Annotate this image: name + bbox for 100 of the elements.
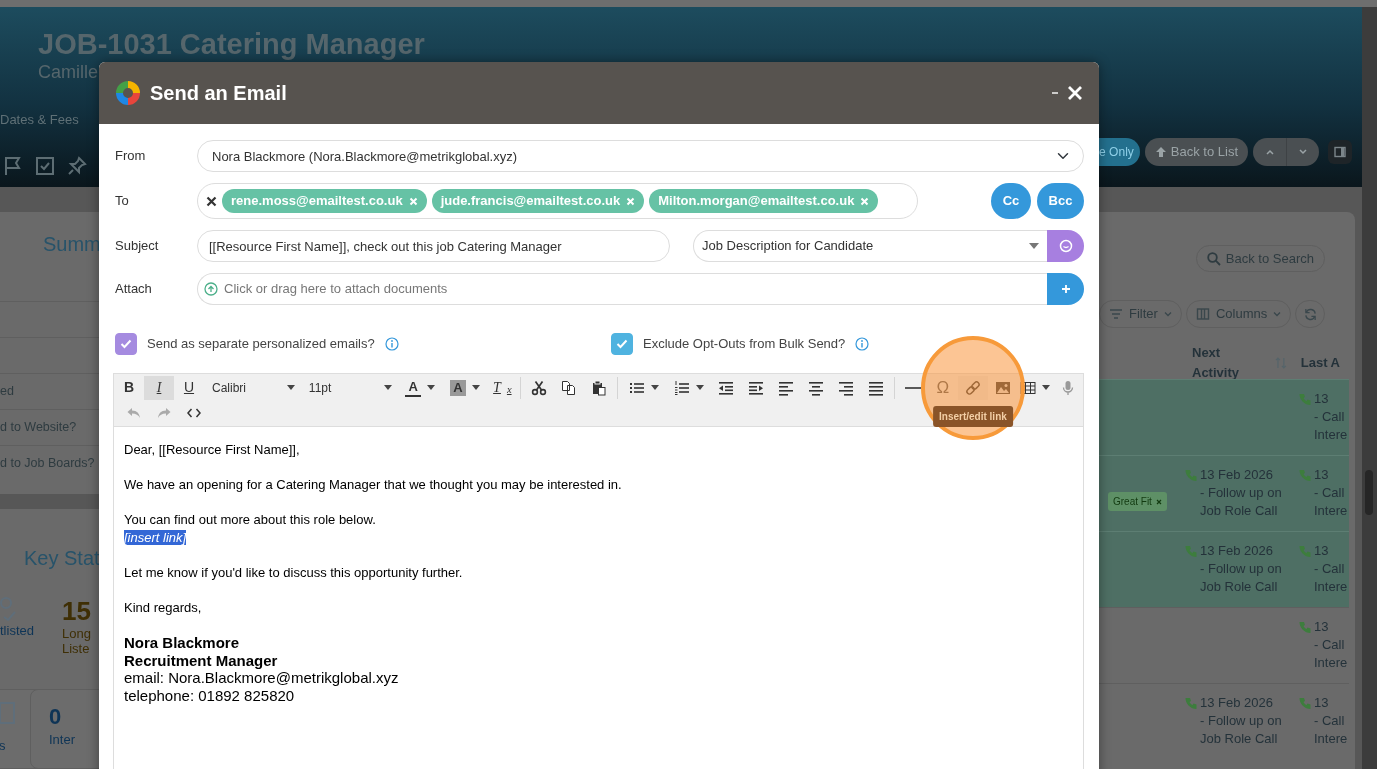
checkbox-icon[interactable] bbox=[35, 156, 55, 176]
caret-icon bbox=[383, 385, 392, 390]
next-activity-text: 13 Feb 2026 - Follow up on Job Role Call bbox=[1200, 694, 1282, 748]
refresh-button[interactable] bbox=[1295, 300, 1325, 328]
columns-button[interactable]: Columns bbox=[1185, 300, 1292, 328]
subject-field[interactable]: [[Resource First Name]], check out this job Catering Manager bbox=[197, 230, 670, 262]
outdent-icon bbox=[717, 379, 734, 396]
column-header[interactable]: Last A bbox=[1300, 352, 1340, 373]
font-select[interactable]: Calibri bbox=[204, 375, 301, 400]
clear-formatting-button[interactable]: T$_{x}$ bbox=[487, 375, 518, 400]
caret-icon bbox=[1029, 243, 1039, 249]
panel-toggle-button[interactable] bbox=[1328, 140, 1352, 164]
table-row[interactable]: 13 Feb 2026 - Follow up on Job Role Call 13 - Call Intere bbox=[1099, 531, 1349, 607]
close-icon bbox=[1067, 85, 1083, 101]
chevron-up-icon bbox=[1264, 147, 1275, 157]
section-heading: Key Stat bbox=[24, 546, 100, 570]
tab[interactable]: Dates & Fees bbox=[0, 112, 79, 128]
app-logo-icon bbox=[115, 80, 141, 106]
attach-field[interactable]: Click or drag here to attach documents bbox=[197, 273, 1047, 305]
bcc-button[interactable]: Bcc bbox=[1037, 183, 1084, 219]
special-character-button[interactable]: Ω bbox=[927, 375, 958, 400]
checkbox[interactable] bbox=[115, 333, 137, 355]
column-header[interactable]: Next Activity bbox=[1192, 343, 1269, 382]
stat-label: Inter bbox=[49, 732, 76, 747]
back-to-search-button[interactable]: Back to Search bbox=[1195, 245, 1325, 272]
bold-button[interactable]: B bbox=[114, 375, 144, 400]
tag: Great Fit bbox=[1108, 492, 1167, 511]
pin-icon[interactable] bbox=[67, 156, 87, 176]
phone-icon bbox=[1299, 621, 1311, 633]
back-to-list-button[interactable]: Back to List bbox=[1144, 138, 1248, 166]
checkmark-icon bbox=[120, 339, 132, 349]
option-label: Send as separate personalized emails? bbox=[147, 335, 375, 354]
chevron-down-icon bbox=[1273, 310, 1282, 318]
text-line: Dear, [[Resource First Name]], bbox=[124, 442, 300, 457]
columns-icon bbox=[1195, 307, 1210, 321]
phone-icon bbox=[1299, 697, 1311, 709]
next-activity-text: 13 Feb 2026 - Follow up on Job Role Call bbox=[1200, 466, 1282, 520]
align-left-icon bbox=[777, 379, 794, 396]
section-heading: Summ bbox=[43, 232, 101, 256]
text-line: We have an opening for a Catering Manager that we thought you may be interested in. bbox=[124, 477, 622, 492]
summary-item: d to Job Boards? bbox=[0, 455, 95, 473]
summary-item: ed bbox=[0, 383, 14, 401]
italic-button[interactable]: I bbox=[144, 375, 174, 400]
field-label: Attach bbox=[115, 280, 153, 299]
caret-icon bbox=[286, 385, 295, 390]
clear-icon[interactable] bbox=[206, 195, 217, 207]
minimize-icon bbox=[1051, 89, 1059, 97]
signature-name: Nora Blackmore bbox=[124, 634, 240, 652]
last-activity-text: 13 - Call Intere bbox=[1314, 618, 1348, 672]
phone-icon bbox=[1299, 545, 1311, 557]
phone-icon bbox=[1185, 697, 1197, 709]
close-button[interactable] bbox=[1067, 85, 1083, 101]
from-select[interactable]: Nora Blackmore (Nora.Blackmore@metrikglobal.xyz) bbox=[197, 140, 1084, 172]
phone-icon bbox=[1185, 469, 1197, 481]
signature-line: telephone: 01892 825820 bbox=[124, 686, 295, 704]
signature-line: email: Nora.Blackmore@metrikglobal.xyz bbox=[124, 669, 399, 687]
checkbox[interactable] bbox=[611, 333, 633, 355]
filter-button[interactable]: Filter bbox=[1099, 300, 1182, 328]
caret-icon bbox=[471, 385, 480, 390]
field-label: Subject bbox=[115, 237, 160, 256]
cc-button[interactable]: Cc bbox=[991, 183, 1031, 219]
table-row[interactable]: Great Fit 13 Feb 2026 - Follow up on Job Role Call 13 - Call Intere bbox=[1099, 455, 1349, 531]
chevron-down-icon bbox=[1163, 310, 1172, 318]
page-subtitle: Camille bbox=[38, 61, 98, 83]
last-activity-text: 13 - Call Intere bbox=[1314, 694, 1348, 748]
add-attachment-button[interactable] bbox=[1047, 273, 1084, 305]
link-button[interactable] bbox=[957, 375, 988, 400]
image-icon bbox=[994, 379, 1011, 396]
table-row[interactable]: 13 - Call Intere bbox=[1099, 379, 1349, 455]
page-title: JOB-1031 Catering Manager bbox=[38, 27, 425, 61]
panel-icon bbox=[1334, 146, 1346, 158]
checkmark-icon bbox=[616, 339, 628, 349]
dialog-title: Send an Email bbox=[150, 81, 287, 106]
font-select[interactable]: 11pt bbox=[300, 375, 398, 400]
paste-icon bbox=[591, 379, 608, 396]
stat-label: tlisted bbox=[0, 622, 35, 638]
minimize-button[interactable] bbox=[1051, 89, 1059, 97]
text-color-button[interactable]: A bbox=[397, 375, 443, 400]
field-label: To bbox=[115, 192, 130, 211]
flag-icon[interactable] bbox=[3, 156, 23, 176]
recipient-chip[interactable]: rene.moss@emailtest.co.uk bbox=[222, 189, 427, 213]
tooltip: Insert/edit link bbox=[933, 405, 1013, 427]
scissors-icon bbox=[531, 379, 548, 396]
indent-icon bbox=[747, 379, 764, 396]
stat-value: 15 bbox=[62, 596, 91, 626]
chat-button[interactable] bbox=[1047, 230, 1084, 262]
underline-button[interactable]: U bbox=[174, 375, 204, 400]
info-icon[interactable] bbox=[855, 337, 870, 351]
recipient-chip[interactable]: Milton.morgan@emailtest.co.uk bbox=[649, 189, 879, 213]
last-activity-text: 13 - Call Intere bbox=[1314, 390, 1348, 444]
info-icon[interactable] bbox=[384, 337, 399, 351]
remove-icon[interactable] bbox=[1155, 498, 1162, 505]
refresh-icon bbox=[1303, 307, 1317, 321]
phone-icon bbox=[1299, 393, 1311, 405]
table-icon bbox=[1020, 379, 1037, 396]
text-line: You can find out more about this role below. bbox=[124, 512, 376, 527]
filter-icon bbox=[1109, 307, 1123, 321]
recipient-chip[interactable]: jude.francis@emailtest.co.uk bbox=[431, 189, 645, 213]
field-label: From bbox=[115, 147, 147, 166]
highlight-color-button[interactable]: A bbox=[442, 375, 488, 400]
